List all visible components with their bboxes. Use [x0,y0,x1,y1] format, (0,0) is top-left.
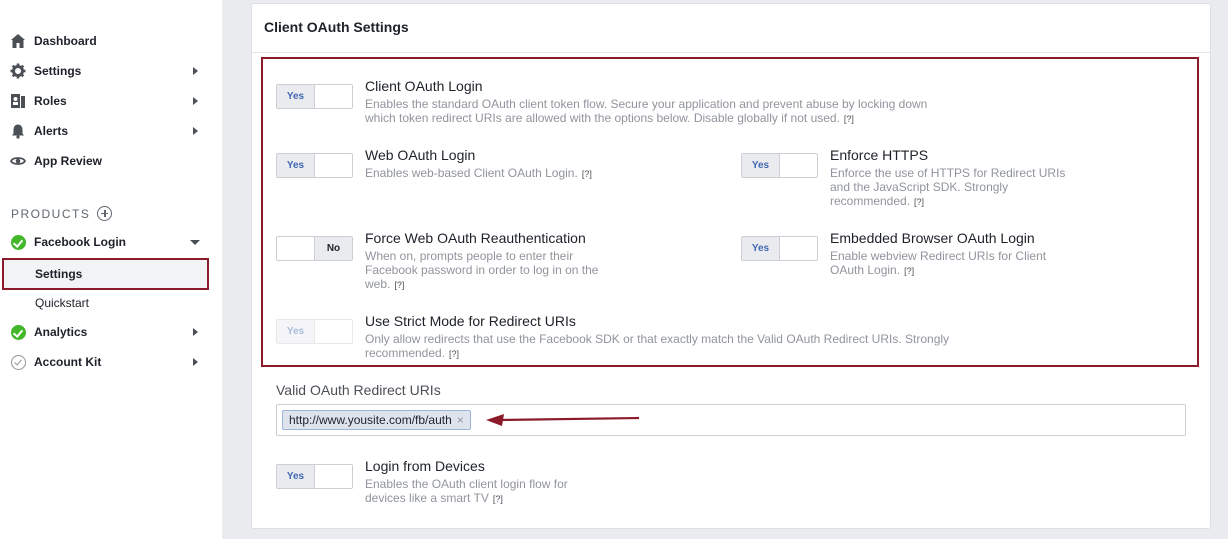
desc-line: Enables the OAuth client login flow for [365,477,568,491]
help-link[interactable]: [?] [904,266,914,276]
strict-mode-title: Use Strict Mode for Redirect URIs [365,313,576,329]
chevron-right-icon [193,127,198,135]
force-reauth-desc: When on, prompts people to enter their F… [365,249,598,292]
eye-icon [9,152,27,170]
sidebar-item-label: Roles [34,94,67,108]
panel-title: Client OAuth Settings [252,4,1210,53]
toggle-label: Yes [277,85,315,108]
redirect-uris-label: Valid OAuth Redirect URIs [276,382,441,398]
sidebar-item-label: Settings [34,64,82,78]
bell-icon [9,122,27,140]
web-oauth-login-desc: Enables web-based Client OAuth Login. [?] [365,166,592,181]
embedded-browser-toggle[interactable]: Yes [741,236,818,261]
gear-icon [9,62,27,80]
toggle-label: Yes [742,237,780,260]
desc-line: Enables web-based Client OAuth Login. [365,166,578,180]
force-reauth-title: Force Web OAuth Reauthentication [365,230,586,246]
sidebar-item-account-kit[interactable]: Account Kit [0,347,212,377]
help-link[interactable]: [?] [844,114,854,124]
sidebar-subitem-settings[interactable]: Settings [2,258,209,290]
enforce-https-toggle[interactable]: Yes [741,153,818,178]
check-circle-icon [9,233,27,251]
redirect-uris-input[interactable]: http://www.yousite.com/fb/auth × [276,404,1186,436]
check-circle-icon [9,323,27,341]
toggle-label: Yes [742,154,780,177]
annotation-arrow-icon [486,414,640,426]
force-reauth-toggle[interactable]: No [276,236,353,261]
help-link[interactable]: [?] [582,169,592,179]
sidebar-item-roles[interactable]: Roles [0,86,212,116]
web-oauth-login-title: Web OAuth Login [365,147,476,163]
redirect-uri-tag: http://www.yousite.com/fb/auth × [282,410,471,430]
desc-line: OAuth Login. [830,263,901,277]
sidebar-item-label: Dashboard [34,34,97,48]
sidebar-item-analytics[interactable]: Analytics [0,317,212,347]
desc-line: recommended. [365,346,446,360]
desc-line: recommended. [830,194,911,208]
sidebar-item-app-review[interactable]: App Review [0,146,212,176]
enforce-https-desc: Enforce the use of HTTPS for Redirect UR… [830,166,1065,209]
sidebar: Dashboard Settings Roles Alerts App Revi… [0,0,222,539]
desc-line: which token redirect URIs are allowed wi… [365,111,840,125]
sidebar-item-label: Facebook Login [34,235,127,249]
enforce-https-title: Enforce HTTPS [830,147,929,163]
home-icon [9,32,27,50]
sidebar-subitem-label: Settings [35,267,83,281]
strict-mode-toggle: Yes [276,319,353,344]
login-devices-title: Login from Devices [365,458,485,474]
desc-line: Enforce the use of HTTPS for Redirect UR… [830,166,1066,180]
client-oauth-login-title: Client OAuth Login [365,78,483,94]
help-link[interactable]: [?] [394,280,404,290]
add-product-icon[interactable] [97,206,113,221]
sidebar-item-settings[interactable]: Settings [0,56,212,86]
desc-line: web. [365,277,391,291]
web-oauth-login-toggle[interactable]: Yes [276,153,353,178]
check-circle-outline-icon [9,353,27,371]
sidebar-item-label: Account Kit [34,355,102,369]
sidebar-item-label: App Review [34,154,103,168]
toggle-label: Yes [277,320,315,343]
remove-tag-icon[interactable]: × [457,413,464,427]
chevron-right-icon [193,328,198,336]
roles-icon [9,92,27,110]
chevron-down-icon [190,239,200,245]
desc-line: Enables the standard OAuth client token … [365,97,928,111]
products-label: PRODUCTS [11,206,91,221]
desc-line: Only allow redirects that use the Facebo… [365,332,950,346]
chevron-right-icon [193,67,198,75]
desc-line: and the JavaScript SDK. Strongly [830,180,1009,194]
redirect-uri-value: http://www.yousite.com/fb/auth [289,413,452,427]
embedded-browser-title: Embedded Browser OAuth Login [830,230,1035,246]
sidebar-item-label: Analytics [34,325,88,339]
chevron-right-icon [193,97,198,105]
desc-line: devices like a smart TV [365,491,489,505]
toggle-label: Yes [277,465,315,488]
strict-mode-desc: Only allow redirects that use the Facebo… [365,332,949,361]
help-link[interactable]: [?] [914,197,924,207]
sidebar-item-alerts[interactable]: Alerts [0,116,212,146]
login-devices-toggle[interactable]: Yes [276,464,353,489]
embedded-browser-desc: Enable webview Redirect URIs for Client … [830,249,1046,278]
chevron-right-icon [193,358,198,366]
toggle-label: Yes [277,154,315,177]
desc-line: Enable webview Redirect URIs for Client [830,249,1047,263]
client-oauth-login-desc: Enables the standard OAuth client token … [365,97,927,126]
desc-line: When on, prompts people to enter their [365,249,574,263]
sidebar-item-label: Alerts [34,124,69,138]
sidebar-item-dashboard[interactable]: Dashboard [0,26,212,56]
desc-line: Facebook password in order to log in on … [365,263,599,277]
sidebar-item-facebook-login[interactable]: Facebook Login [0,227,212,257]
toggle-label: No [314,237,352,260]
client-oauth-login-toggle[interactable]: Yes [276,84,353,109]
sidebar-subitem-quickstart[interactable]: Quickstart [35,296,89,310]
login-devices-desc: Enables the OAuth client login flow for … [365,477,568,506]
help-link[interactable]: [?] [493,494,503,504]
help-link[interactable]: [?] [449,349,459,359]
products-heading: PRODUCTS [11,206,113,221]
